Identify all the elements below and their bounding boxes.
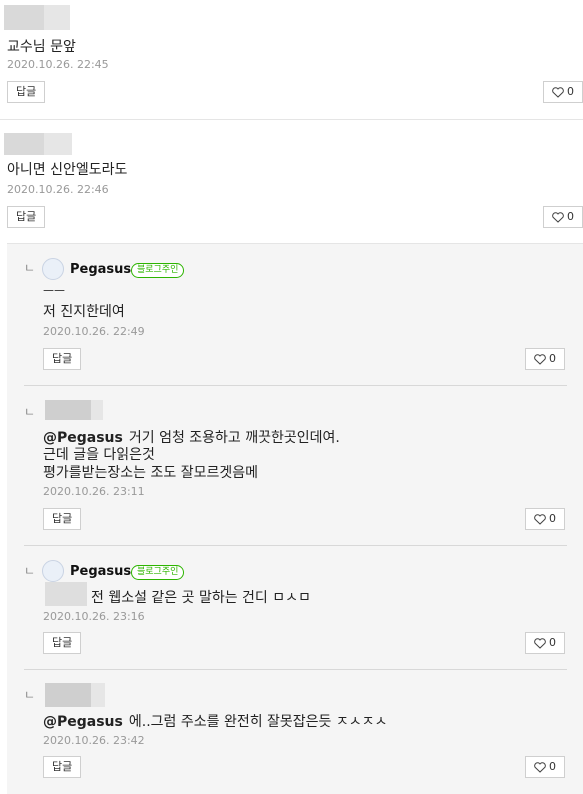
reply-button[interactable]: 답글 — [43, 348, 82, 370]
blurred-image — [45, 582, 87, 606]
blurred-avatar — [4, 133, 44, 155]
like-button[interactable]: 0 — [525, 756, 565, 778]
reply-arrow-icon: ㄴ — [24, 261, 36, 275]
reply-date: 2020.10.26. 23:42 — [43, 734, 145, 747]
reply-button[interactable]: 답글 — [7, 206, 46, 228]
like-button[interactable]: 0 — [525, 632, 565, 654]
comment-date: 2020.10.26. 22:45 — [7, 58, 109, 71]
comment-text: 교수님 문앞 — [7, 39, 76, 55]
like-count: 0 — [567, 85, 574, 98]
blurred-avatar — [91, 400, 103, 420]
reply-button[interactable]: 답글 — [43, 508, 82, 530]
reply-button[interactable]: 답글 — [43, 632, 82, 654]
comment-date: 2020.10.26. 22:46 — [7, 183, 109, 196]
reply-arrow-icon: ㄴ — [24, 688, 36, 702]
like-button[interactable]: 0 — [525, 348, 565, 370]
reply-divider — [24, 385, 567, 386]
reply-text: 근데 글을 다읽은것 — [43, 447, 155, 463]
like-button[interactable]: 0 — [543, 206, 583, 228]
reply-text: 전 웹소설 같은 곳 말하는 건디 ㅁㅅㅁ — [91, 590, 311, 606]
like-count: 0 — [567, 210, 574, 223]
heart-icon — [534, 353, 546, 365]
reply-arrow-icon: ㄴ — [24, 564, 36, 578]
heart-icon — [534, 637, 546, 649]
blurred-avatar — [44, 5, 70, 30]
heart-icon — [552, 86, 564, 98]
reply-text: 저 진지한데여 — [43, 304, 125, 320]
like-count: 0 — [549, 760, 556, 773]
reply-date: 2020.10.26. 23:11 — [43, 485, 145, 498]
mention[interactable]: @Pegasus — [43, 714, 123, 730]
profile-avatar[interactable] — [42, 560, 64, 582]
like-count: 0 — [549, 352, 556, 365]
blurred-avatar — [45, 683, 91, 707]
like-count: 0 — [549, 636, 556, 649]
blurred-avatar — [91, 683, 105, 707]
blog-owner-badge: 블로그주인 — [131, 565, 185, 580]
like-button[interactable]: 0 — [525, 508, 565, 530]
profile-avatar[interactable] — [42, 258, 64, 280]
blog-owner-badge: 블로그주인 — [131, 263, 185, 278]
like-button[interactable]: 0 — [543, 81, 583, 103]
reply-text: 평가를받는장소는 조도 잘모르겟음메 — [43, 465, 258, 481]
comment-text: 아니면 신안엘도라도 — [7, 162, 128, 178]
heart-icon — [534, 513, 546, 525]
reply-arrow-icon: ㄴ — [24, 405, 36, 419]
reply-divider — [24, 545, 567, 546]
blurred-avatar — [4, 5, 44, 30]
reply-button[interactable]: 답글 — [43, 756, 82, 778]
blurred-avatar — [44, 133, 72, 155]
reply-text: @Pegasus 에..그럼 주소를 완전히 잘못잡은듯 ㅈㅅㅈㅅ — [43, 714, 388, 730]
blurred-avatar — [45, 400, 91, 420]
reply-date: 2020.10.26. 22:49 — [43, 325, 145, 338]
like-count: 0 — [549, 512, 556, 525]
nickname[interactable]: Pegasus — [70, 262, 131, 277]
reply-text: ㅡㅡ — [43, 284, 66, 298]
reply-divider — [24, 669, 567, 670]
heart-icon — [534, 761, 546, 773]
nickname[interactable]: Pegasus — [70, 564, 131, 579]
reply-button[interactable]: 답글 — [7, 81, 46, 103]
reply-date: 2020.10.26. 23:16 — [43, 610, 145, 623]
heart-icon — [552, 211, 564, 223]
comment-divider — [0, 119, 583, 120]
